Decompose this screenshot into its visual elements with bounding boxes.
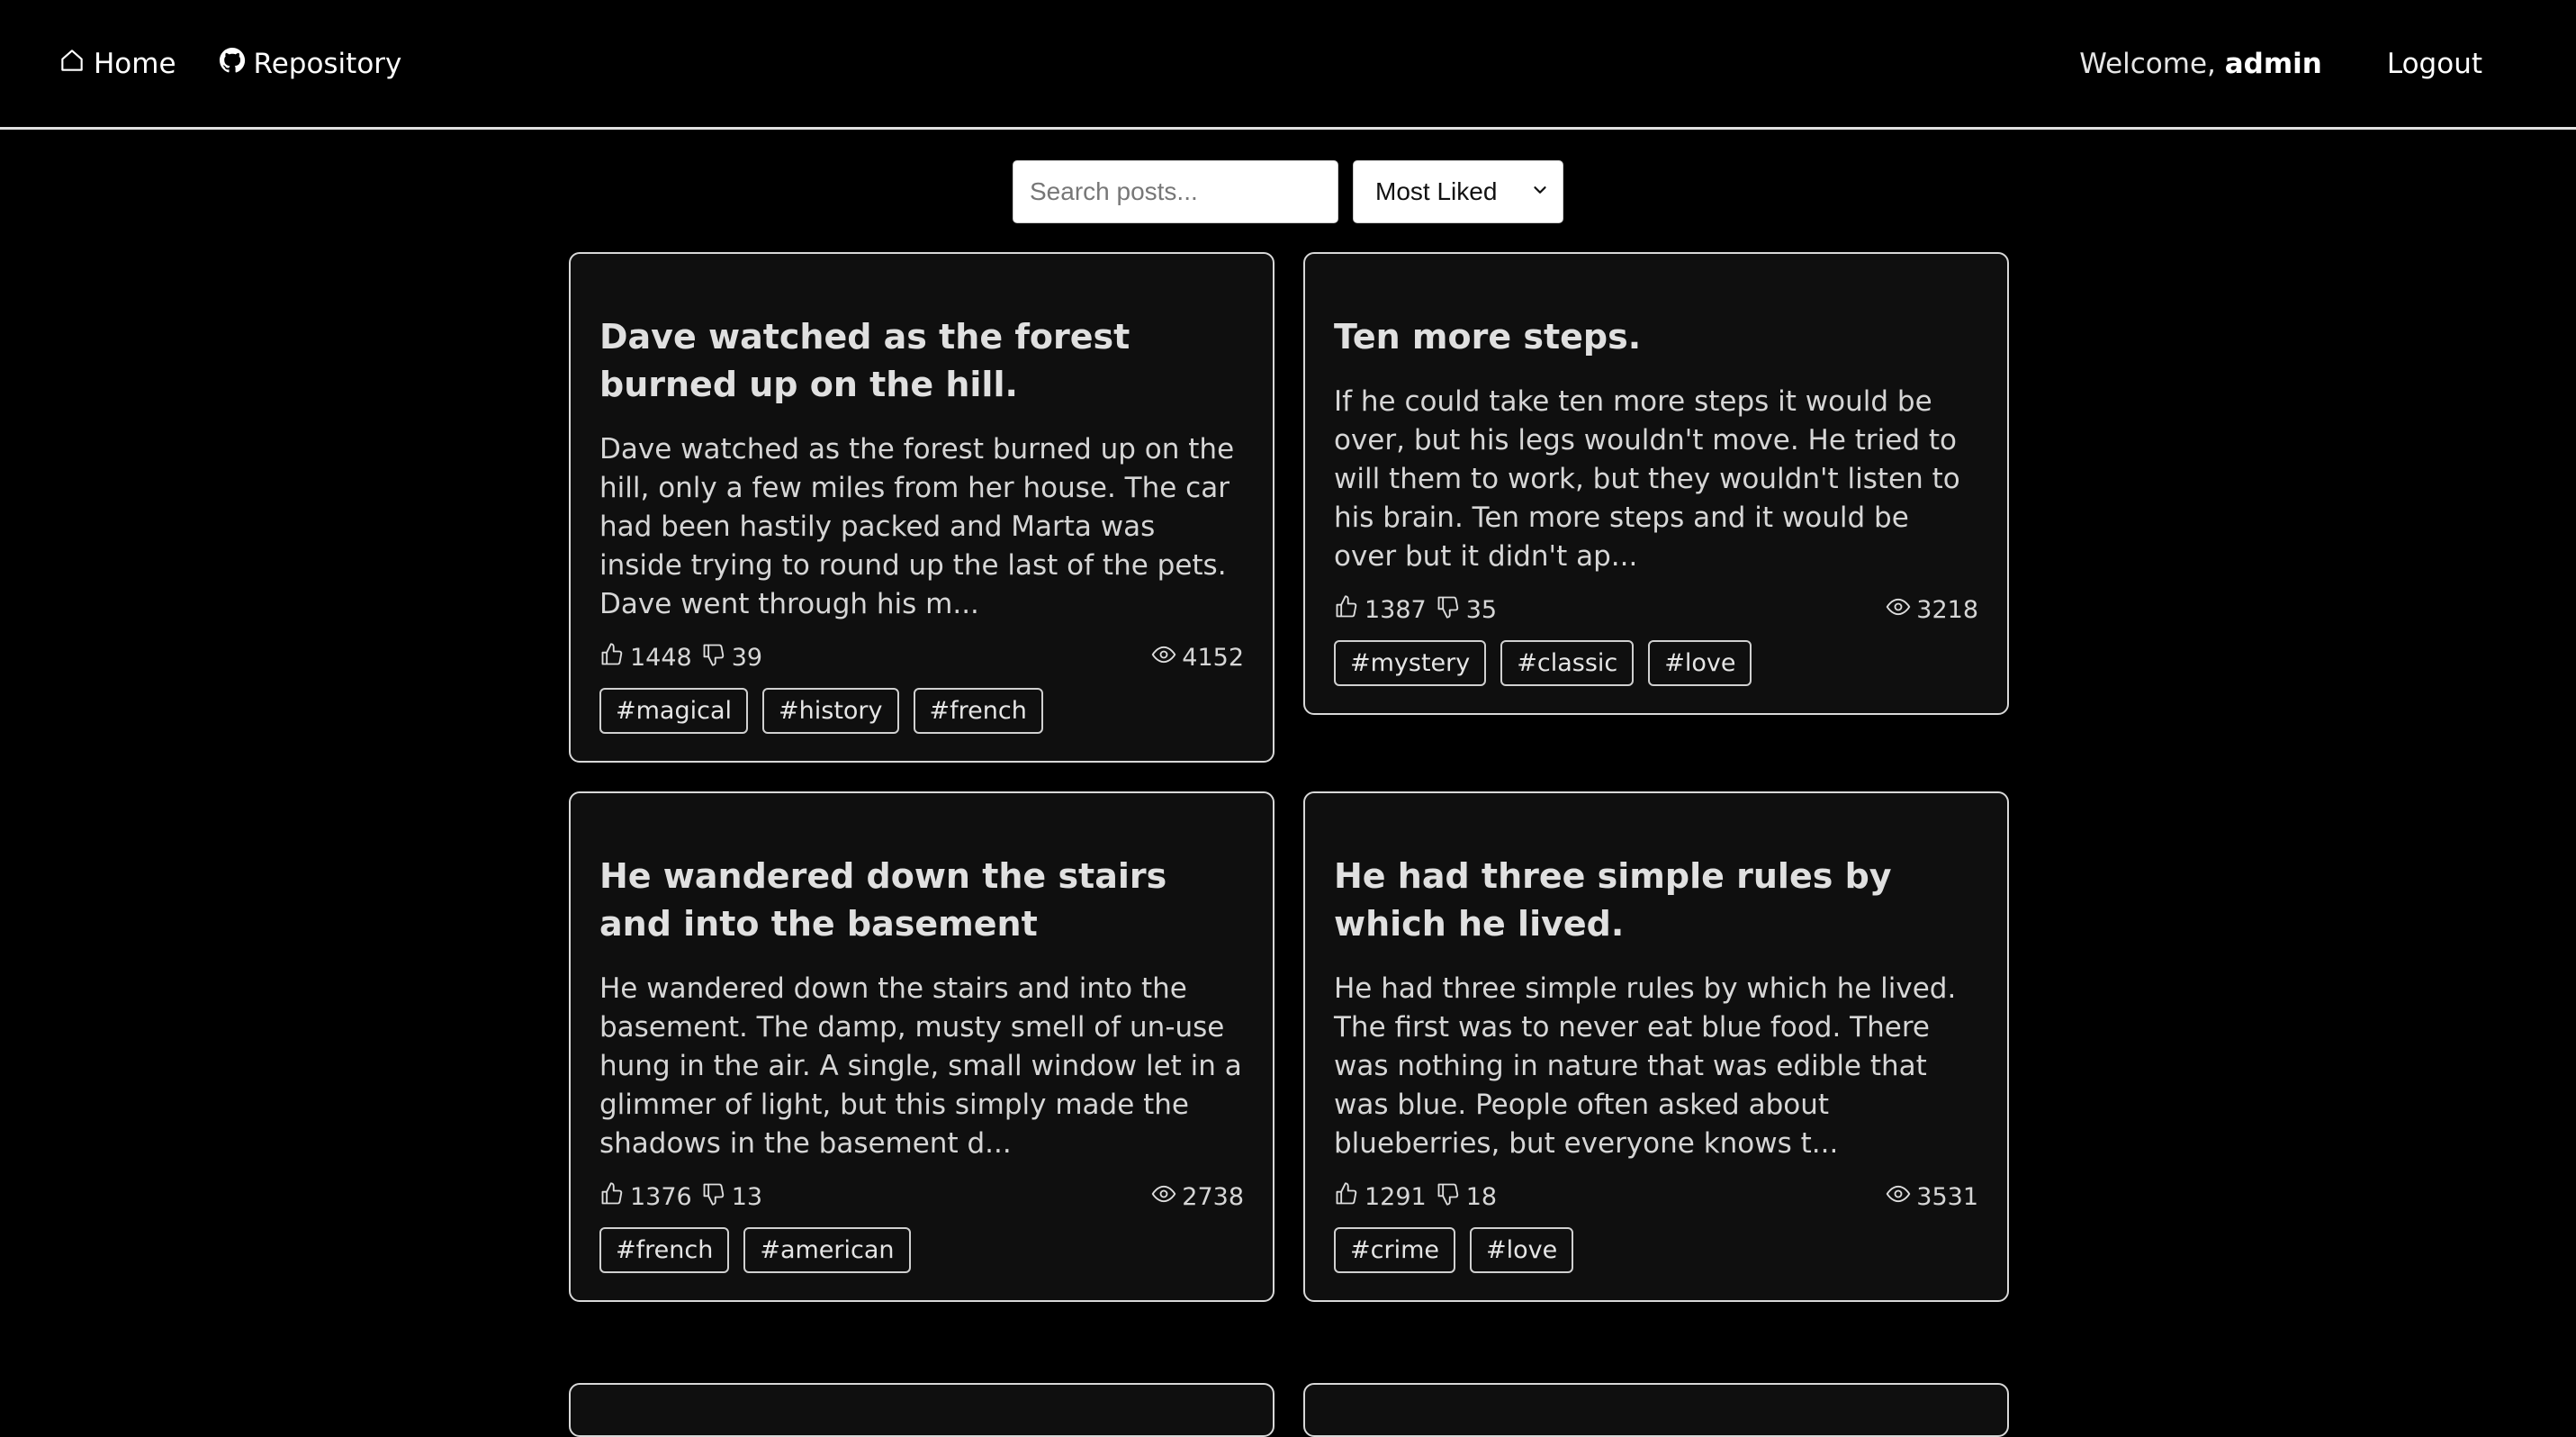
nav-right: Welcome, admin Logout — [2079, 48, 2518, 80]
like-count: 1387 — [1365, 596, 1427, 624]
logout-button[interactable]: Logout — [2387, 48, 2482, 80]
like-button[interactable]: 1291 — [1334, 1181, 1427, 1213]
dislike-button[interactable]: 39 — [701, 642, 762, 673]
nav-left: Home Repository — [58, 46, 401, 82]
post-card[interactable]: Dave watched as the forest burned up on … — [569, 252, 1274, 763]
home-icon — [58, 46, 86, 82]
repository-link[interactable]: Repository — [218, 46, 402, 82]
welcome-prefix: Welcome, — [2079, 47, 2216, 80]
thumbs-down-icon — [1436, 594, 1461, 626]
dislike-count: 13 — [731, 1183, 763, 1211]
post-excerpt: If he could take ten more steps it would… — [1334, 385, 1960, 573]
like-count: 1448 — [630, 644, 692, 672]
dislike-button[interactable]: 35 — [1436, 594, 1497, 626]
post-title[interactable]: He had three simple rules by which he li… — [1334, 853, 1978, 948]
navbar: Home Repository Welcome, admin Logout — [0, 0, 2576, 130]
dislike-count: 39 — [731, 644, 763, 672]
view-stat: 2738 — [1151, 1181, 1244, 1213]
post-controls: Most Liked — [0, 160, 2576, 223]
view-stat: 3218 — [1886, 594, 1978, 626]
dislike-button[interactable]: 13 — [701, 1181, 762, 1213]
eye-icon — [1151, 1181, 1176, 1213]
post-stats: 1448 39 4152 — [599, 642, 1244, 673]
reaction-group: 1376 13 — [599, 1181, 762, 1213]
dislike-count: 18 — [1465, 1183, 1498, 1211]
like-count: 1291 — [1365, 1183, 1427, 1211]
post-stats: 1291 18 3531 — [1334, 1181, 1978, 1213]
eye-icon — [1886, 594, 1911, 626]
home-label: Home — [94, 47, 176, 80]
tag-chip[interactable]: #french — [913, 688, 1043, 734]
tag-chip[interactable]: #love — [1648, 640, 1752, 686]
tag-list: #crime #love — [1334, 1227, 1978, 1273]
tag-list: #mystery #classic #love — [1334, 640, 1978, 686]
post-card-partial[interactable] — [1303, 1383, 2009, 1437]
post-title[interactable]: He wandered down the stairs and into the… — [599, 853, 1244, 948]
welcome-text: Welcome, admin — [2079, 48, 2322, 80]
thumbs-up-icon — [1334, 1181, 1359, 1213]
sort-select[interactable]: Most Liked — [1353, 160, 1563, 223]
tag-chip[interactable]: #american — [743, 1227, 911, 1273]
post-title[interactable]: Ten more steps. — [1334, 313, 1978, 361]
sort-selected-value: Most Liked — [1375, 177, 1498, 205]
tag-chip[interactable]: #crime — [1334, 1227, 1455, 1273]
tag-list: #french #american — [599, 1227, 1244, 1273]
eye-icon — [1151, 642, 1176, 673]
post-card[interactable]: He had three simple rules by which he li… — [1303, 791, 2009, 1302]
like-count: 1376 — [630, 1183, 692, 1211]
tag-chip[interactable]: #history — [762, 688, 899, 734]
tag-chip[interactable]: #classic — [1500, 640, 1635, 686]
thumbs-up-icon — [599, 1181, 625, 1213]
thumbs-down-icon — [701, 642, 726, 673]
thumbs-up-icon — [599, 642, 625, 673]
reaction-group: 1387 35 — [1334, 594, 1497, 626]
home-link[interactable]: Home — [58, 46, 176, 82]
view-stat: 3531 — [1886, 1181, 1978, 1213]
reaction-group: 1291 18 — [1334, 1181, 1497, 1213]
thumbs-down-icon — [701, 1181, 726, 1213]
post-title[interactable]: Dave watched as the forest burned up on … — [599, 313, 1244, 409]
tag-list: #magical #history #french — [599, 688, 1244, 734]
post-card[interactable]: He wandered down the stairs and into the… — [569, 791, 1274, 1302]
search-input[interactable] — [1013, 160, 1338, 223]
like-button[interactable]: 1376 — [599, 1181, 692, 1213]
chevron-down-icon — [1530, 177, 1550, 206]
eye-icon — [1886, 1181, 1911, 1213]
posts-grid: Dave watched as the forest burned up on … — [569, 252, 2009, 1302]
thumbs-up-icon — [1334, 594, 1359, 626]
reaction-group: 1448 39 — [599, 642, 762, 673]
post-excerpt: Dave watched as the forest burned up on … — [599, 433, 1235, 620]
post-stats: 1387 35 3218 — [1334, 594, 1978, 626]
tag-chip[interactable]: #french — [599, 1227, 730, 1273]
post-excerpt: He wandered down the stairs and into the… — [599, 972, 1242, 1160]
view-count: 2738 — [1182, 1183, 1244, 1211]
view-count: 3531 — [1916, 1183, 1978, 1211]
repository-label: Repository — [253, 47, 402, 80]
dislike-count: 35 — [1465, 596, 1498, 624]
tag-chip[interactable]: #mystery — [1334, 640, 1487, 686]
tag-chip[interactable]: #love — [1469, 1227, 1574, 1273]
like-button[interactable]: 1448 — [599, 642, 692, 673]
post-stats: 1376 13 2738 — [599, 1181, 1244, 1213]
post-excerpt: He had three simple rules by which he li… — [1334, 972, 1957, 1160]
post-card[interactable]: Ten more steps. If he could take ten mor… — [1303, 252, 2009, 715]
like-button[interactable]: 1387 — [1334, 594, 1427, 626]
thumbs-down-icon — [1436, 1181, 1461, 1213]
tag-chip[interactable]: #magical — [599, 688, 749, 734]
view-count: 4152 — [1182, 644, 1244, 672]
dislike-button[interactable]: 18 — [1436, 1181, 1497, 1213]
post-card-partial[interactable] — [569, 1383, 1274, 1437]
view-stat: 4152 — [1151, 642, 1244, 673]
github-icon — [218, 46, 247, 82]
view-count: 3218 — [1916, 596, 1978, 624]
username: admin — [2224, 47, 2322, 80]
